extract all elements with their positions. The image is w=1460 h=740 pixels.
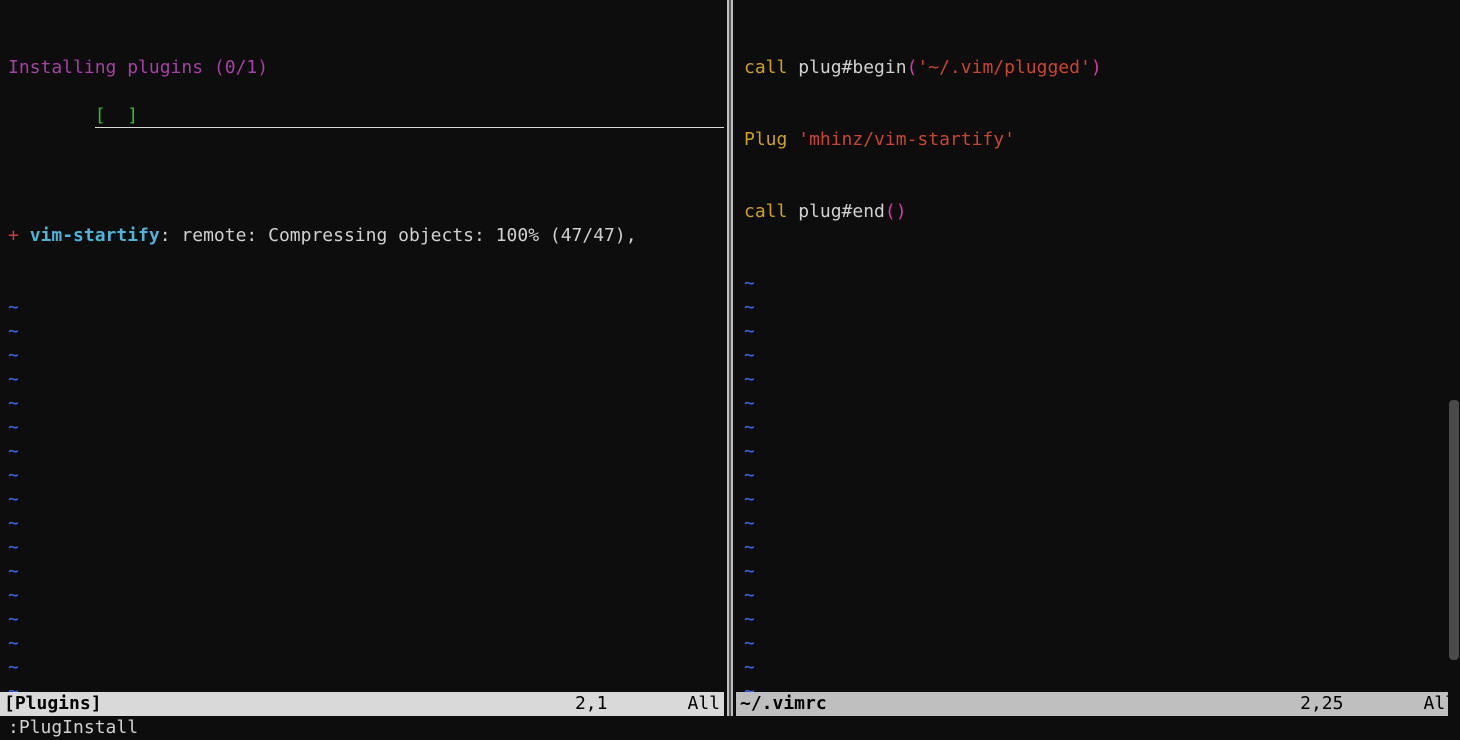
bottom-row: :PlugInstall <box>0 716 1460 740</box>
left-pane[interactable]: Installing plugins (0/1) [ ] + vim-start… <box>0 0 724 716</box>
empty-line-tilde: ~ <box>8 560 716 584</box>
left-status-pct: All <box>687 692 720 716</box>
empty-line-tilde: ~ <box>8 392 716 416</box>
plugin-install-line: + vim-startify: remote: Compressing obje… <box>8 224 716 248</box>
empty-line-tilde: ~ <box>8 464 716 488</box>
empty-line-tilde: ~ <box>8 608 716 632</box>
vimrc-line-1: call plug#begin('~/.vim/plugged') <box>744 56 1452 80</box>
empty-line-tilde: ~ <box>744 656 1452 680</box>
empty-line-tilde: ~ <box>8 320 716 344</box>
empty-line-tilde: ~ <box>744 536 1452 560</box>
empty-line-tilde: ~ <box>8 416 716 440</box>
vim-editor: Installing plugins (0/1) [ ] + vim-start… <box>0 0 1460 740</box>
plug-install-title: Installing plugins (0/1) <box>8 56 716 80</box>
right-statusline: ~/.vimrc 2,25 All <box>736 692 1460 716</box>
split-container: Installing plugins (0/1) [ ] + vim-start… <box>0 0 1460 716</box>
scrollbar-thumb[interactable] <box>1449 400 1459 660</box>
right-buffer[interactable]: call plug#begin('~/.vim/plugged') Plug '… <box>736 0 1460 692</box>
empty-line-tilde: ~ <box>744 344 1452 368</box>
empty-line-tilde: ~ <box>8 584 716 608</box>
empty-line-tilde: ~ <box>8 656 716 680</box>
empty-line-tilde: ~ <box>8 488 716 512</box>
empty-line-tilde: ~ <box>744 368 1452 392</box>
vertical-split-divider[interactable] <box>724 0 736 716</box>
empty-line-tilde: ~ <box>744 320 1452 344</box>
empty-line-tilde: ~ <box>8 536 716 560</box>
empty-line-tilde: ~ <box>8 344 716 368</box>
plug-progress-bar: [ ] <box>95 104 724 128</box>
empty-line-tilde: ~ <box>8 632 716 656</box>
left-status-pos: 2,1 <box>575 692 608 716</box>
empty-line-tilde: ~ <box>744 272 1452 296</box>
empty-line-tilde: ~ <box>744 392 1452 416</box>
vimrc-line-2: Plug 'mhinz/vim-startify' <box>744 128 1452 152</box>
empty-line-tilde: ~ <box>744 464 1452 488</box>
empty-line-tilde: ~ <box>744 680 1452 692</box>
window-scrollbar[interactable] <box>1448 0 1460 740</box>
right-status-pos: 2,25 <box>1300 692 1343 716</box>
left-buffer[interactable]: Installing plugins (0/1) [ ] + vim-start… <box>0 0 724 692</box>
empty-line-tilde: ~ <box>744 632 1452 656</box>
empty-line-tilde: ~ <box>744 440 1452 464</box>
empty-line-tilde: ~ <box>8 296 716 320</box>
left-status-name: [Plugins] <box>4 692 102 716</box>
blank-line <box>8 152 716 176</box>
empty-line-tilde: ~ <box>8 440 716 464</box>
left-statusline: [Plugins] 2,1 All <box>0 692 724 716</box>
empty-line-tilde: ~ <box>744 584 1452 608</box>
right-pane[interactable]: call plug#begin('~/.vim/plugged') Plug '… <box>736 0 1460 716</box>
right-status-name: ~/.vimrc <box>740 692 827 716</box>
vimrc-line-3: call plug#end() <box>744 200 1452 224</box>
empty-line-tilde: ~ <box>744 488 1452 512</box>
empty-line-tilde: ~ <box>8 680 716 692</box>
empty-line-tilde: ~ <box>744 296 1452 320</box>
empty-line-tilde: ~ <box>744 608 1452 632</box>
empty-line-tilde: ~ <box>8 368 716 392</box>
empty-line-tilde: ~ <box>744 416 1452 440</box>
empty-line-tilde: ~ <box>8 512 716 536</box>
empty-line-tilde: ~ <box>744 560 1452 584</box>
command-line[interactable]: :PlugInstall <box>0 716 1460 740</box>
empty-line-tilde: ~ <box>744 512 1452 536</box>
